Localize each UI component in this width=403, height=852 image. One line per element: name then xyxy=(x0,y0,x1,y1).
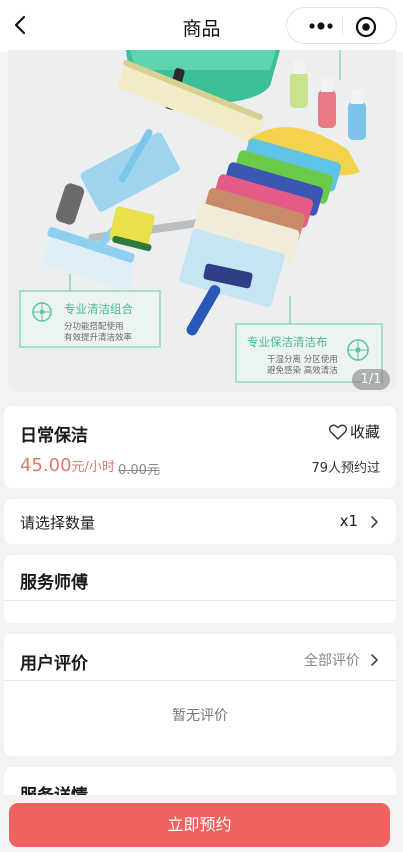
image-counter: 1/1 xyxy=(352,369,390,390)
label-left-title: 专业清洁组合 xyxy=(64,302,133,316)
reviews-section: 用户评价 全部评价 暂无评价 xyxy=(4,634,396,756)
reviews-title: 用户评价 xyxy=(20,654,88,674)
booked-count: 79人预约过 xyxy=(311,461,380,476)
service-master-section: 服务师傅 xyxy=(4,555,396,623)
capsule-divider xyxy=(342,18,343,35)
product-name: 日常保洁 xyxy=(20,426,88,446)
quantity-value: x1 xyxy=(339,512,358,530)
label-right-title: 专业保洁清洁布 xyxy=(247,335,328,349)
book-now-button[interactable]: 立即预约 xyxy=(9,803,390,847)
section-divider xyxy=(4,600,396,601)
product-info-card: 日常保洁 收藏 45.00元/小时 0.00元 79人预约过 xyxy=(4,406,396,488)
mini-program-capsule xyxy=(286,7,397,44)
quantity-label: 请选择数量 xyxy=(20,514,96,532)
label-right-line1: 干湿分离 分区使用 xyxy=(267,354,338,365)
label-left-line2: 有效提升清洁效率 xyxy=(64,332,133,343)
more-dots-icon[interactable] xyxy=(301,16,341,36)
bottom-action-bar: 立即预约 xyxy=(0,795,403,852)
nav-bar: 商品 xyxy=(0,0,403,52)
section-divider xyxy=(4,680,396,681)
label-right-line2: 避免感染 高效清洁 xyxy=(267,365,338,376)
favorite-button[interactable]: 收藏 xyxy=(328,421,380,442)
original-price: 0.00元 xyxy=(118,463,160,478)
product-image-banner[interactable]: 专业清洁组合 分功能搭配使用 有效提升清洁效率 专业保洁清洁布 干湿分离 分区使… xyxy=(8,50,396,392)
current-price: 45.00元/小时 xyxy=(20,455,115,476)
cleaning-kit-image: 专业清洁组合 分功能搭配使用 有效提升清洁效率 专业保洁清洁布 干湿分离 分区使… xyxy=(8,50,396,392)
price-unit: 元/小时 xyxy=(71,460,115,475)
chevron-right-icon[interactable] xyxy=(370,653,380,667)
all-reviews-link[interactable]: 全部评价 xyxy=(304,650,360,670)
service-master-title: 服务师傅 xyxy=(20,573,88,593)
quantity-selector[interactable]: 请选择数量 x1 xyxy=(4,499,396,544)
price-value: 45.00 xyxy=(20,455,72,476)
favorite-label: 收藏 xyxy=(349,423,380,441)
reviews-empty-text: 暂无评价 xyxy=(172,708,228,724)
target-close-icon[interactable] xyxy=(355,16,377,38)
chevron-right-icon xyxy=(371,516,378,528)
label-left-line1: 分功能搭配使用 xyxy=(64,321,124,332)
heart-outline-icon xyxy=(328,424,347,440)
